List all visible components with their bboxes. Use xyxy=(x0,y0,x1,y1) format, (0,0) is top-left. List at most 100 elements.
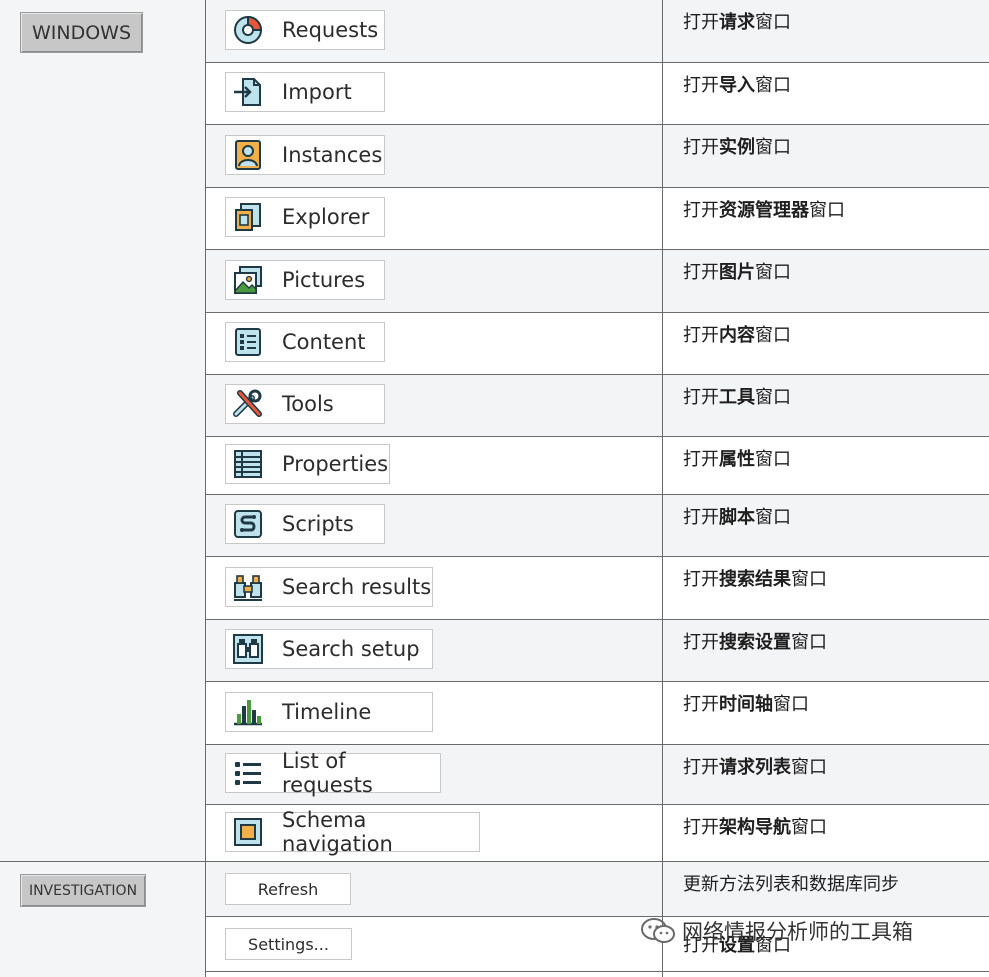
desc-prefix: 打开 xyxy=(683,507,719,528)
button-label: Content xyxy=(282,330,366,354)
windows-section-button[interactable]: WINDOWS xyxy=(20,12,143,53)
desc-highlight: 脚本 xyxy=(719,507,755,528)
row-description: 更新方法列表和数据库同步 xyxy=(683,870,899,896)
table-row-properties: Properties 打开属性窗口 xyxy=(205,437,989,495)
desc-highlight: 属性 xyxy=(719,449,755,470)
pictures-button[interactable]: Pictures xyxy=(225,260,385,300)
column-divider-right xyxy=(662,0,663,977)
row-description: 打开搜索设置窗口 xyxy=(683,628,827,654)
instances-icon xyxy=(235,140,261,170)
row-description: 打开属性窗口 xyxy=(683,445,791,471)
desc-prefix: 打开 xyxy=(683,569,719,590)
table-row-refresh: Refresh 更新方法列表和数据库同步 xyxy=(205,862,989,917)
desc-highlight: 时间轴 xyxy=(719,694,773,715)
row-description: 打开实例窗口 xyxy=(683,133,791,159)
button-label: Search results xyxy=(282,575,432,599)
button-label: Search setup xyxy=(282,637,420,661)
desc-prefix: 打开 xyxy=(683,137,719,158)
timeline-button[interactable]: Timeline xyxy=(225,692,433,732)
button-label: Properties xyxy=(282,452,389,476)
timeline-icon xyxy=(234,700,262,726)
desc-highlight: 资源管理器 xyxy=(719,200,809,221)
search-results-button[interactable]: Search results xyxy=(225,567,433,607)
desc-prefix: 打开 xyxy=(683,694,719,715)
windows-section-label: WINDOWS xyxy=(31,21,132,44)
watermark: 网络情报分析师的工具箱 xyxy=(640,916,913,946)
table-row-schema-navigation: Schema navigation 打开架构导航窗口 xyxy=(205,805,989,862)
row-description: 打开请求列表窗口 xyxy=(683,753,827,779)
row-description: 打开导入窗口 xyxy=(683,71,791,97)
properties-icon xyxy=(234,450,262,478)
button-label: Scripts xyxy=(282,512,354,536)
row-description: 打开时间轴窗口 xyxy=(683,690,809,716)
button-label: Settings... xyxy=(248,934,329,954)
desc-suffix: 窗口 xyxy=(791,817,827,838)
desc-prefix: 打开 xyxy=(683,325,719,346)
table-row-content: Content 打开内容窗口 xyxy=(205,313,989,375)
properties-button[interactable]: Properties xyxy=(225,444,390,484)
table-row-tools: Tools 打开工具窗口 xyxy=(205,375,989,437)
desc-highlight: 内容 xyxy=(719,325,755,346)
table-row-import: Import 打开导入窗口 xyxy=(205,63,989,125)
content-button[interactable]: Content xyxy=(225,322,385,362)
requests-icon xyxy=(234,15,263,44)
button-label: Timeline xyxy=(282,700,372,724)
button-label: Requests xyxy=(282,18,379,42)
explorer-button[interactable]: Explorer xyxy=(225,197,385,237)
row-description: 打开图片窗口 xyxy=(683,258,791,284)
wechat-icon xyxy=(641,918,675,943)
watermark-text: 网络情报分析师的工具箱 xyxy=(682,920,913,944)
table-row-timeline: Timeline 打开时间轴窗口 xyxy=(205,682,989,745)
table-row-requests: Requests 打开请求窗口 xyxy=(205,0,989,63)
content-icon xyxy=(235,328,261,356)
investigation-section-button[interactable]: INVESTIGATION xyxy=(20,874,146,907)
row-description: 打开请求窗口 xyxy=(683,8,791,34)
section-column xyxy=(0,0,205,977)
row-description: 打开资源管理器窗口 xyxy=(683,196,845,222)
desc-highlight: 实例 xyxy=(719,137,755,158)
desc-suffix: 窗口 xyxy=(809,200,845,221)
desc-suffix: 窗口 xyxy=(755,507,791,528)
desc-highlight: 搜索设置 xyxy=(719,632,791,653)
desc-highlight: 请求 xyxy=(719,12,755,33)
desc-suffix: 窗口 xyxy=(773,694,809,715)
desc-suffix: 窗口 xyxy=(755,262,791,283)
desc-prefix: 打开 xyxy=(683,449,719,470)
row-description: 打开工具窗口 xyxy=(683,383,791,409)
pictures-icon xyxy=(234,266,262,294)
list-of-requests-button[interactable]: List of requests xyxy=(225,749,441,797)
button-label: Pictures xyxy=(282,268,366,292)
desc-prefix: 打开 xyxy=(683,262,719,283)
row-description: 打开内容窗口 xyxy=(683,321,791,347)
requests-button[interactable]: Requests xyxy=(225,10,385,50)
tools-icon xyxy=(233,389,262,417)
table-row-explorer: Explorer 打开资源管理器窗口 xyxy=(205,188,989,250)
row-description: 打开脚本窗口 xyxy=(683,503,791,529)
import-button[interactable]: Import xyxy=(225,72,385,112)
investigation-section-label: INVESTIGATION xyxy=(28,882,138,899)
column-divider-left xyxy=(205,0,206,977)
instances-button[interactable]: Instances xyxy=(225,135,385,175)
tools-button[interactable]: Tools xyxy=(225,384,385,424)
desc-highlight: 搜索结果 xyxy=(719,569,791,590)
table-row-pictures: Pictures 打开图片窗口 xyxy=(205,250,989,313)
search-setup-icon xyxy=(233,634,263,664)
button-label: Tools xyxy=(282,392,334,416)
desc-suffix: 窗口 xyxy=(755,75,791,96)
table-row-search-results: Search results 打开搜索结果窗口 xyxy=(205,557,989,620)
settings-button[interactable]: Settings... xyxy=(225,928,352,960)
schema-navigation-button[interactable]: Schema navigation xyxy=(225,808,480,856)
desc-highlight: 工具 xyxy=(719,387,755,408)
search-setup-button[interactable]: Search setup xyxy=(225,629,433,669)
explorer-icon xyxy=(235,203,261,231)
desc-prefix: 打开 xyxy=(683,387,719,408)
refresh-button[interactable]: Refresh xyxy=(225,873,351,905)
desc-prefix: 打开 xyxy=(683,632,719,653)
desc-prefix: 打开 xyxy=(683,12,719,33)
table-row-instances: Instances 打开实例窗口 xyxy=(205,125,989,188)
desc-suffix: 窗口 xyxy=(755,137,791,158)
desc-suffix: 窗口 xyxy=(791,632,827,653)
desc-text: 更新方法列表和数据库同步 xyxy=(683,874,899,895)
scripts-button[interactable]: Scripts xyxy=(225,504,385,544)
desc-suffix: 窗口 xyxy=(791,569,827,590)
